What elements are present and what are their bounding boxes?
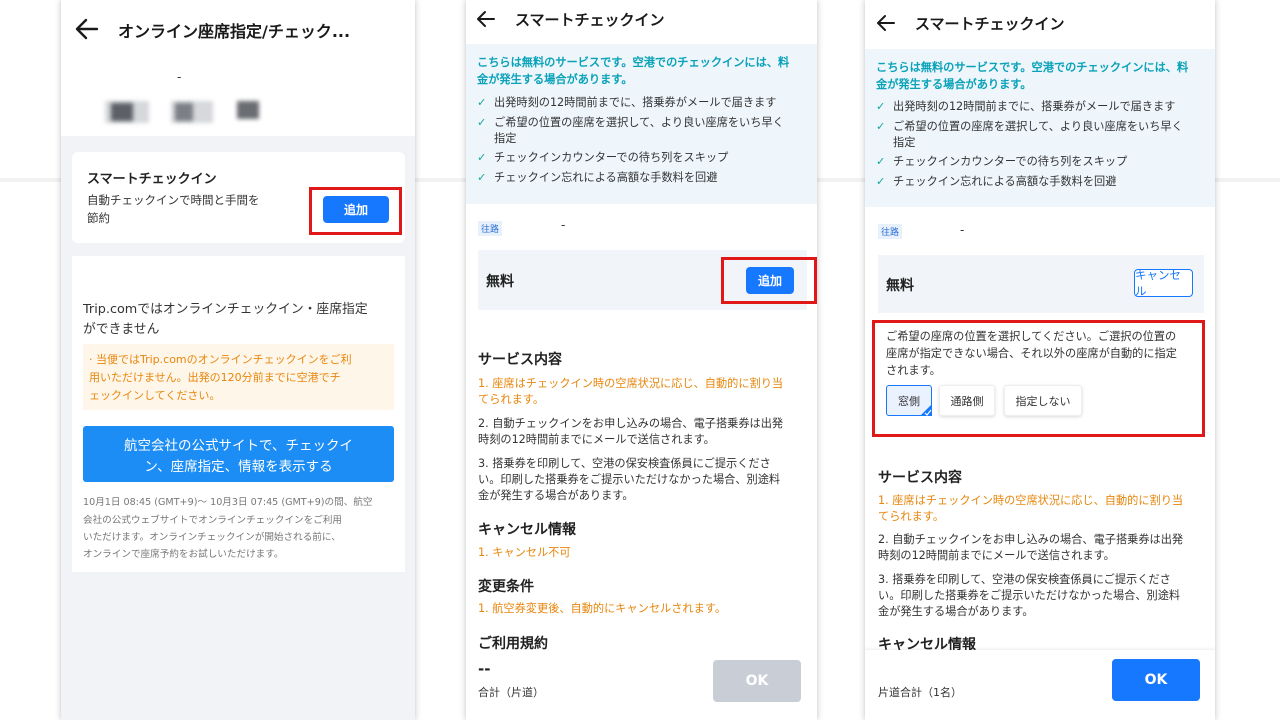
check-icon: ✓	[876, 175, 886, 188]
smart-checkin-desc: 節約	[87, 211, 110, 225]
notice-text: ができません	[83, 322, 160, 337]
cancel-button[interactable]: キャンセル	[1134, 268, 1193, 298]
screen-smart-checkin-seat: スマートチェックイン こちらは無料のサービスです。空港でのチェックインには、料 …	[865, 0, 1215, 720]
service-title: サービス内容	[478, 352, 562, 368]
service-item: 金が発生する場合があります。	[878, 605, 1034, 618]
terms-title: ご利用規約	[478, 636, 548, 652]
header: オンライン座席指定/チェック...	[61, 0, 415, 56]
benefit-item-cont: 指定	[893, 136, 916, 149]
bottom-bar: -- 合計（片道） OK	[466, 654, 817, 720]
back-arrow-icon[interactable]	[75, 18, 99, 40]
cancel-title: キャンセル情報	[478, 522, 576, 538]
blurred-info	[175, 103, 193, 121]
warning-text: 用いただけません。出発の120分前までに空港でチ	[89, 371, 341, 384]
service-item: 金が発生する場合があります。	[478, 489, 634, 502]
highlight-box	[721, 257, 817, 304]
free-note: こちらは無料のサービスです。空港でのチェックインには、料	[477, 56, 790, 69]
blurred-info	[111, 103, 133, 121]
back-arrow-icon[interactable]	[476, 10, 496, 28]
check-icon: ✓	[477, 171, 487, 184]
route-tag: 往路	[478, 221, 503, 236]
header: スマートチェックイン	[466, 0, 817, 40]
warning-text: ェックインしてください。	[89, 389, 221, 402]
footnote: 10月1日 08:45 (GMT+9)〜 10月3日 07:45 (GMT+9)…	[83, 497, 373, 508]
header: スマートチェックイン	[865, 0, 1215, 46]
footnote: 会社の公式ウェブサイトでオンラインチェックインをご利用	[83, 515, 343, 526]
free-note: 金が発生する場合があります。	[477, 73, 633, 86]
free-label: 無料	[486, 274, 514, 290]
bottom-bar: 片道合計（1名） OK	[865, 650, 1215, 720]
airline-site-label: 航空会社の公式サイトで、チェックイ	[124, 438, 353, 454]
ok-button[interactable]: OK	[1112, 659, 1200, 701]
service-item: 2. 自動チェックインをお申し込みの場合、電子搭乗券は出発	[478, 417, 784, 430]
total-label: 合計（片道）	[478, 686, 544, 699]
check-icon: ✓	[876, 120, 886, 133]
check-icon: ✓	[477, 151, 487, 164]
free-note: こちらは無料のサービスです。空港でのチェックインには、料	[876, 61, 1189, 74]
notice-text: Trip.comではオンラインチェックイン・座席指定	[83, 302, 368, 317]
service-item: 1. 座席はチェックイン時の空席状況に応じ、自動的に割り当	[478, 377, 784, 390]
service-item: てられます。	[478, 393, 545, 406]
cancel-item: 1. キャンセル不可	[478, 546, 571, 559]
smart-checkin-desc: 自動チェックインで時間と手間を	[87, 193, 260, 207]
airline-site-label: ン、座席指定、情報を表示する	[144, 459, 333, 475]
service-item: 3. 搭乗券を印刷して、空港の保安検査係員にご提示くださ	[478, 457, 771, 470]
change-item: 1. 航空券変更後、自動的にキャンセルされます。	[478, 602, 727, 615]
route-dash: -	[561, 218, 566, 232]
free-label: 無料	[886, 278, 914, 294]
highlight-box	[872, 320, 1205, 437]
flight-info: -	[61, 56, 415, 136]
service-item: てられます。	[878, 510, 945, 523]
service-item: 2. 自動チェックインをお申し込みの場合、電子搭乗券は出発	[878, 533, 1184, 546]
service-item: 3. 搭乗券を印刷して、空港の保安検査係員にご提示くださ	[878, 573, 1171, 586]
page-title: スマートチェックイン	[915, 15, 1065, 33]
service-title: サービス内容	[878, 470, 962, 486]
change-title: 変更条件	[478, 579, 534, 595]
service-item: 1. 座席はチェックイン時の空席状況に応じ、自動的に割り当	[878, 494, 1184, 507]
benefit-item-cont: 指定	[494, 132, 517, 145]
check-icon: ✓	[477, 116, 487, 129]
footnote: オンラインで座席予約をお試しいただけます。	[83, 549, 284, 560]
page-title: オンライン座席指定/チェック...	[118, 22, 351, 41]
free-note: 金が発生する場合があります。	[876, 78, 1032, 91]
screen-online-checkin: オンライン座席指定/チェック... - スマートチェックイン 自動チェックインで…	[61, 0, 415, 720]
service-item: 時刻の12時間前までにメールで送信されます。	[878, 549, 1115, 562]
warning-text: · 当便ではTrip.comのオンラインチェックインをご利	[89, 353, 352, 366]
check-icon: ✓	[876, 155, 886, 168]
smart-checkin-title: スマートチェックイン	[87, 172, 217, 187]
benefits-box: こちらは無料のサービスです。空港でのチェックインには、料 金が発生する場合があり…	[466, 44, 817, 204]
price-row: 無料 キャンセル	[878, 255, 1204, 313]
notice-card: Trip.comではオンラインチェックイン・座席指定 ができません · 当便では…	[72, 256, 405, 572]
benefits-box: こちらは無料のサービスです。空港でのチェックインには、料 金が発生する場合があり…	[865, 49, 1215, 207]
service-item: い。印刷した搭乗券をご提示いただけなかった場合、別途料	[478, 473, 781, 486]
price-value: --	[478, 660, 491, 678]
page-title: スマートチェックイン	[515, 11, 665, 29]
screen-smart-checkin: スマートチェックイン こちらは無料のサービスです。空港でのチェックインには、料 …	[466, 0, 817, 720]
total-label: 片道合計（1名）	[878, 686, 962, 699]
warning-box: · 当便ではTrip.comのオンラインチェックインをご利 用いただけません。出…	[83, 344, 394, 410]
footnote: いただけます。オンラインチェックインが開始される前に、	[83, 532, 341, 543]
check-icon: ✓	[477, 96, 487, 109]
route-dash: -	[960, 223, 965, 237]
service-item: い。印刷した搭乗券をご提示いただけなかった場合、別途料	[878, 589, 1181, 602]
route-dash: -	[177, 70, 182, 84]
service-item: 時刻の12時間前までにメールで送信されます。	[478, 433, 715, 446]
highlight-box	[309, 187, 402, 235]
check-icon: ✓	[876, 100, 886, 113]
back-arrow-icon[interactable]	[876, 14, 896, 32]
ok-button-disabled[interactable]: OK	[713, 660, 801, 702]
airline-site-button[interactable]: 航空会社の公式サイトで、チェックイ ン、座席指定、情報を表示する	[83, 426, 394, 482]
blurred-info	[237, 101, 259, 119]
route-tag: 往路	[878, 224, 903, 239]
